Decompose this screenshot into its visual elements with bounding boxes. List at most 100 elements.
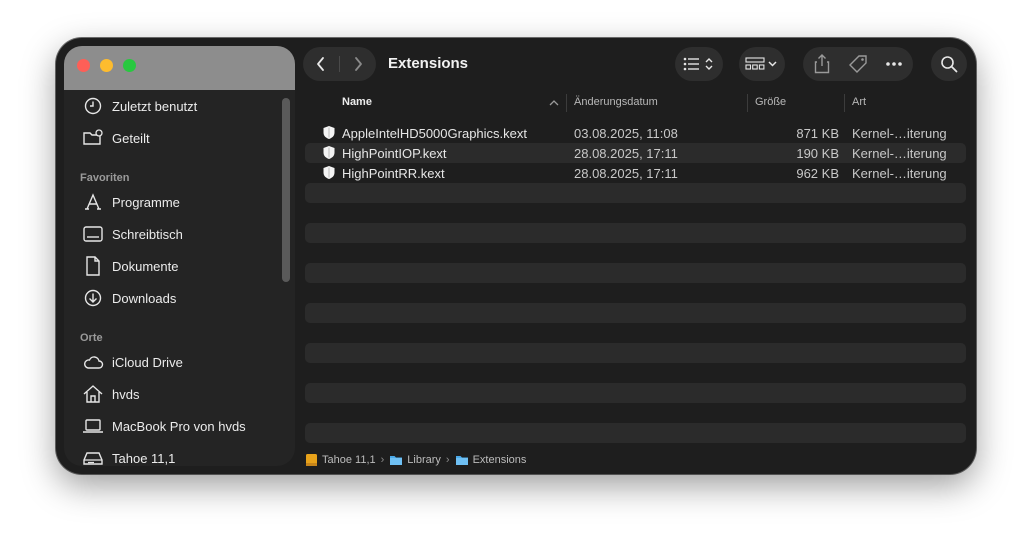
- forward-button[interactable]: [340, 47, 376, 81]
- file-date: 28.08.2025, 17:11: [574, 166, 678, 181]
- actions-group: [803, 47, 913, 81]
- window-title: Extensions: [388, 55, 469, 72]
- file-name: AppleIntelHD5000Graphics.kext: [342, 126, 527, 141]
- laptop-icon: [83, 419, 103, 433]
- chevron-left-icon: [317, 57, 324, 71]
- kext-shield-icon: [323, 166, 335, 179]
- clock-icon: [84, 97, 102, 115]
- folder-icon: [455, 456, 468, 465]
- disk-icon: [306, 454, 317, 466]
- sidebar-item-label: Zuletzt benutzt: [112, 98, 198, 114]
- search-button[interactable]: [931, 47, 967, 81]
- sidebar-item-documents[interactable]: Dokumente: [82, 254, 178, 278]
- column-header-kind[interactable]: Art: [852, 96, 866, 108]
- file-date: 03.08.2025, 11:08: [574, 126, 678, 141]
- column-divider: [747, 94, 748, 112]
- table-row[interactable]: HighPointIOP.kext 28.08.2025, 17:11 190 …: [305, 143, 966, 163]
- kext-shield-icon: [323, 126, 335, 139]
- empty-row-stripe: [305, 223, 966, 243]
- sidebar-scrollbar[interactable]: [282, 98, 290, 282]
- sidebar-item-shared[interactable]: Geteilt: [82, 126, 150, 150]
- sidebar-item-label: Tahoe 11,1: [112, 450, 176, 466]
- sidebar-item-label: hvds: [112, 386, 140, 402]
- sidebar-item-label: Downloads: [112, 290, 177, 306]
- shared-folder-icon: [83, 129, 103, 145]
- sidebar-item-label: Geteilt: [112, 130, 150, 146]
- column-header-name[interactable]: Name: [342, 96, 372, 108]
- list-view-icon: [683, 57, 713, 71]
- file-size: 190 KB: [796, 146, 839, 161]
- column-header-date[interactable]: Änderungsdatum: [574, 96, 658, 108]
- zoom-button[interactable]: [123, 59, 136, 72]
- sidebar-item-label: MacBook Pro von hvds: [112, 418, 246, 434]
- file-size: 962 KB: [796, 166, 839, 181]
- empty-row-stripe: [305, 263, 966, 283]
- sidebar-item-label: Dokumente: [112, 258, 179, 274]
- grid-group-icon: [745, 57, 777, 70]
- sidebar-item-label: Programme: [112, 194, 180, 210]
- chevron-right-icon: [355, 57, 362, 71]
- path-separator: ›: [445, 454, 450, 466]
- file-date: 28.08.2025, 17:11: [574, 146, 678, 161]
- applications-icon: [85, 193, 101, 210]
- cloud-icon: [84, 356, 104, 369]
- file-kind: Kernel-…iterung: [852, 166, 947, 181]
- desktop-icon: [83, 226, 103, 242]
- more-button[interactable]: [876, 61, 912, 67]
- empty-row-stripe: [305, 303, 966, 323]
- group-by-button[interactable]: [739, 47, 785, 81]
- path-bar: Tahoe 11,1 › Library › Extensions: [305, 450, 526, 470]
- file-kind: Kernel-…iterung: [852, 126, 947, 141]
- column-divider: [566, 94, 567, 112]
- navigation-group: [303, 47, 376, 81]
- path-item-extensions[interactable]: Extensions: [473, 454, 527, 466]
- sidebar-item-macbook[interactable]: MacBook Pro von hvds: [82, 414, 246, 438]
- file-kind: Kernel-…iterung: [852, 146, 947, 161]
- path-item-volume[interactable]: Tahoe 11,1: [322, 454, 376, 466]
- disk-icon: [83, 452, 103, 465]
- sidebar-item-label: Schreibtisch: [112, 226, 183, 242]
- sidebar-item-desktop[interactable]: Schreibtisch: [82, 222, 183, 246]
- file-name: HighPointRR.kext: [342, 166, 445, 181]
- document-icon: [86, 256, 100, 276]
- column-divider: [844, 94, 845, 112]
- sidebar-item-label: iCloud Drive: [112, 354, 183, 370]
- sidebar-section-favorites: Favoriten: [80, 172, 130, 184]
- sidebar-item-disk[interactable]: Tahoe 11,1: [82, 446, 175, 466]
- empty-row-stripe: [305, 383, 966, 403]
- sidebar-item-home[interactable]: hvds: [82, 382, 139, 406]
- table-row[interactable]: HighPointRR.kext 28.08.2025, 17:11 962 K…: [305, 163, 966, 183]
- sidebar-item-icloud[interactable]: iCloud Drive: [82, 350, 183, 374]
- sort-chevron-up-icon: [549, 100, 559, 106]
- sidebar-title-area: [64, 46, 295, 90]
- home-icon: [83, 385, 103, 403]
- minimize-button[interactable]: [100, 59, 113, 72]
- view-options-button[interactable]: [675, 47, 723, 81]
- download-icon: [84, 289, 102, 307]
- table-row[interactable]: AppleIntelHD5000Graphics.kext 03.08.2025…: [305, 123, 966, 143]
- sidebar-item-recents[interactable]: Zuletzt benutzt: [82, 94, 197, 118]
- empty-row-stripe: [305, 423, 966, 443]
- sidebar-item-downloads[interactable]: Downloads: [82, 286, 176, 310]
- back-button[interactable]: [303, 47, 339, 81]
- empty-row-stripe: [305, 343, 966, 363]
- sidebar-section-locations: Orte: [80, 332, 103, 344]
- finder-window: Zuletzt benutzt Geteilt Favoriten Progra…: [56, 38, 976, 474]
- column-header-size[interactable]: Größe: [755, 96, 786, 108]
- path-separator: ›: [380, 454, 385, 466]
- file-size: 871 KB: [796, 126, 839, 141]
- tag-button[interactable]: [840, 54, 876, 74]
- path-item-library[interactable]: Library: [407, 454, 441, 466]
- sidebar-item-applications[interactable]: Programme: [82, 190, 180, 214]
- empty-row-stripe: [305, 183, 966, 203]
- kext-shield-icon: [323, 146, 335, 159]
- ellipsis-icon: [886, 62, 902, 66]
- close-button[interactable]: [77, 59, 90, 72]
- share-button[interactable]: [804, 54, 840, 74]
- tag-icon: [849, 55, 867, 73]
- sidebar: Zuletzt benutzt Geteilt Favoriten Progra…: [64, 46, 295, 466]
- search-icon: [941, 56, 958, 73]
- share-icon: [814, 54, 830, 74]
- folder-icon: [390, 456, 403, 465]
- file-name: HighPointIOP.kext: [342, 146, 447, 161]
